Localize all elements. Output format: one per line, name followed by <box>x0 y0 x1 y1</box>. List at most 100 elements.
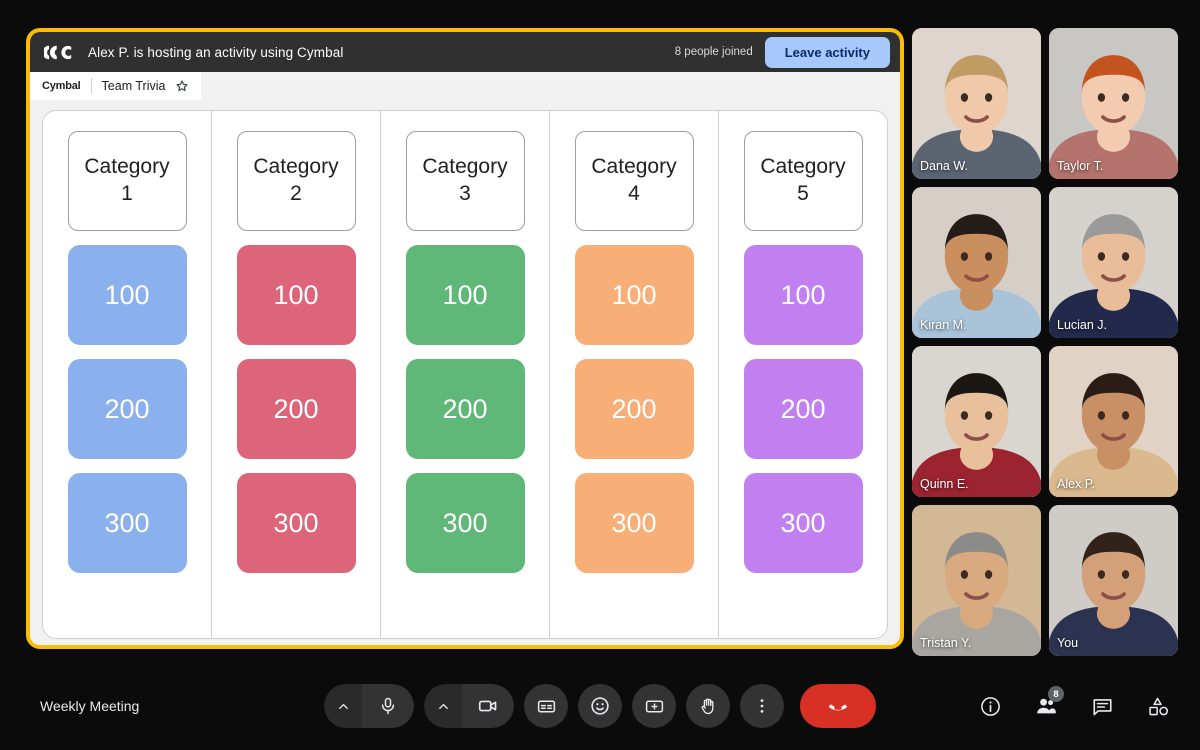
category-number: 4 <box>628 182 640 205</box>
mic-button[interactable] <box>362 684 414 728</box>
activities-icon <box>1148 697 1168 715</box>
participant-video <box>912 346 1041 497</box>
game-board-area: Category 1 100 200 300 Category 2 100 200 300 Cate… <box>30 100 900 645</box>
participant-video <box>1049 346 1178 497</box>
category-number: 1 <box>121 182 133 205</box>
activity-header: Alex P. is hosting an activity using Cym… <box>30 32 900 72</box>
category-label: Category <box>760 155 846 179</box>
category-label: Category <box>591 155 677 179</box>
participant-name: Lucian J. <box>1057 318 1108 332</box>
people-count-badge: 8 <box>1048 686 1064 702</box>
end-call-icon <box>828 704 848 711</box>
meeting-title: Weekly Meeting <box>40 698 140 714</box>
value-tile[interactable]: 300 <box>67 473 187 573</box>
participant-tile[interactable]: Lucian J. <box>1049 187 1178 338</box>
participant-tile[interactable]: Dana W. <box>912 28 1041 179</box>
activity-app-tab[interactable]: Cymbal Team Trivia <box>30 72 202 100</box>
leave-activity-button[interactable]: Leave activity <box>764 36 890 68</box>
cymbal-wordmark: Cymbal <box>42 80 81 92</box>
participant-tile[interactable]: Tristan Y. <box>912 505 1041 656</box>
microphone-icon <box>381 697 395 715</box>
category-label: Category <box>84 155 170 179</box>
star-outline-icon[interactable] <box>175 79 189 93</box>
activities-button[interactable] <box>1138 686 1178 726</box>
people-joined-count: 8 people joined <box>674 46 753 58</box>
category-card[interactable]: Category 3 <box>405 131 525 231</box>
participant-video <box>912 187 1041 338</box>
participant-name: Taylor T. <box>1057 159 1104 173</box>
board-column: Category 3 100 200 300 <box>381 111 550 638</box>
camera-control <box>424 684 514 728</box>
value-tile[interactable]: 100 <box>743 245 863 345</box>
raise-hand-icon <box>701 697 713 714</box>
category-card[interactable]: Category 2 <box>236 131 356 231</box>
cymbal-logo-icon <box>44 42 78 62</box>
participant-name: Alex P. <box>1057 477 1095 491</box>
participant-tile[interactable]: Kiran M. <box>912 187 1041 338</box>
value-tile[interactable]: 100 <box>67 245 187 345</box>
participant-video <box>912 505 1041 656</box>
chat-icon <box>1092 698 1112 715</box>
value-tile[interactable]: 300 <box>574 473 694 573</box>
participant-tile[interactable]: Taylor T. <box>1049 28 1178 179</box>
value-tile[interactable]: 300 <box>405 473 525 573</box>
participant-video <box>912 28 1041 179</box>
value-tile[interactable]: 300 <box>743 473 863 573</box>
category-number: 5 <box>797 182 809 205</box>
activity-panel: Alex P. is hosting an activity using Cym… <box>26 28 904 649</box>
call-controls <box>324 684 876 728</box>
more-options-button[interactable] <box>740 684 784 728</box>
present-icon <box>645 700 663 712</box>
camera-options-chevron-icon[interactable] <box>424 684 462 728</box>
mic-control <box>324 684 414 728</box>
trivia-board: Category 1 100 200 300 Category 2 100 200 300 Cate… <box>42 110 888 639</box>
captions-icon <box>537 700 555 712</box>
value-tile[interactable]: 200 <box>67 359 187 459</box>
meeting-details-button[interactable] <box>970 686 1010 726</box>
emoji-icon <box>591 697 609 715</box>
value-tile[interactable]: 200 <box>405 359 525 459</box>
mic-options-chevron-icon[interactable] <box>324 684 362 728</box>
present-button[interactable] <box>632 684 676 728</box>
board-column: Category 5 100 200 300 <box>719 111 887 638</box>
activity-header-actions: 8 people joined Leave activity <box>674 36 890 68</box>
value-tile[interactable]: 100 <box>236 245 356 345</box>
category-card[interactable]: Category 5 <box>743 131 863 231</box>
end-call-button[interactable] <box>800 684 876 728</box>
emoji-button[interactable] <box>578 684 622 728</box>
participant-name: Quinn E. <box>920 477 969 491</box>
meet-window: Alex P. is hosting an activity using Cym… <box>0 0 1200 750</box>
participant-tile[interactable]: Quinn E. <box>912 346 1041 497</box>
value-tile[interactable]: 200 <box>743 359 863 459</box>
camera-icon <box>478 700 497 712</box>
board-column: Category 1 100 200 300 <box>43 111 212 638</box>
meeting-bottom-bar: Weekly Meeting 8 <box>0 662 1200 750</box>
host-activity-text: Alex P. is hosting an activity using Cym… <box>88 44 344 60</box>
raise-hand-button[interactable] <box>686 684 730 728</box>
activity-title: Team Trivia <box>101 79 166 93</box>
category-card[interactable]: Category 4 <box>574 131 694 231</box>
value-tile[interactable]: 200 <box>574 359 694 459</box>
category-card[interactable]: Category 1 <box>67 131 187 231</box>
value-tile[interactable]: 300 <box>236 473 356 573</box>
board-column: Category 4 100 200 300 <box>550 111 719 638</box>
more-options-icon <box>760 699 764 713</box>
participant-name: Tristan Y. <box>920 636 972 650</box>
participant-tile[interactable]: Alex P. <box>1049 346 1178 497</box>
category-label: Category <box>253 155 339 179</box>
chat-button[interactable] <box>1082 686 1122 726</box>
value-tile[interactable]: 100 <box>574 245 694 345</box>
participant-tile-self[interactable]: You <box>1049 505 1178 656</box>
captions-button[interactable] <box>524 684 568 728</box>
people-button[interactable]: 8 <box>1026 686 1066 726</box>
participant-name: You <box>1057 636 1079 650</box>
participant-grid: Dana W. Taylor T. Kiran M. Lucian J. Quinn E… <box>912 28 1178 656</box>
info-icon <box>980 696 1000 716</box>
camera-button[interactable] <box>462 684 514 728</box>
value-tile[interactable]: 100 <box>405 245 525 345</box>
right-side-controls: 8 <box>970 686 1178 726</box>
value-tile[interactable]: 200 <box>236 359 356 459</box>
category-number: 3 <box>459 182 471 205</box>
participant-name: Kiran M. <box>920 318 967 332</box>
participant-video <box>1049 187 1178 338</box>
